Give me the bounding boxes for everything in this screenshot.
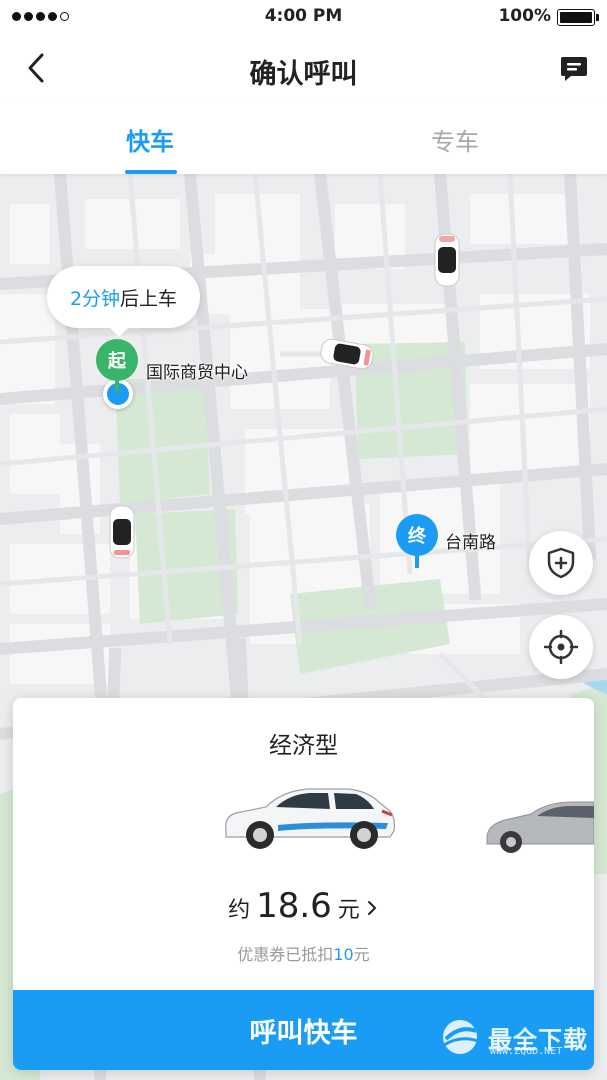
page-title: 确认呼叫	[249, 59, 358, 90]
start-location-label: 国际商贸中心	[146, 363, 248, 383]
tab-premium-car[interactable]: 专车	[431, 122, 479, 157]
locate-button[interactable]	[529, 615, 593, 679]
shield-plus-icon	[547, 547, 575, 579]
pin-stem-icon	[415, 554, 419, 568]
discount-prefix: 优惠券已抵扣	[237, 945, 334, 964]
watermark-logo: 最全下载 WWW.ZQGD.NET	[438, 1012, 598, 1062]
start-badge: 起	[96, 339, 138, 381]
car-top-icon	[434, 233, 460, 287]
battery-percent: 100%	[498, 6, 551, 26]
nav-bar: 确认呼叫	[0, 34, 607, 104]
price-prefix: 约	[228, 898, 251, 923]
safety-button[interactable]	[529, 531, 593, 595]
end-pin[interactable]: 终	[396, 514, 438, 568]
end-location-label: 台南路	[445, 533, 496, 553]
status-bar: 4:00 PM 100%	[0, 0, 607, 34]
economy-car-image[interactable]	[218, 781, 398, 853]
coupon-discount-text: 优惠券已抵扣10元	[13, 941, 594, 965]
end-badge: 终	[396, 514, 438, 556]
comfort-car-image[interactable]	[481, 796, 594, 854]
battery-icon	[557, 9, 599, 26]
discount-unit: 元	[353, 945, 370, 964]
watermark-url: WWW.ZQGD.NET	[490, 1046, 563, 1057]
crosshair-icon	[544, 630, 578, 664]
car-top-icon	[109, 505, 135, 559]
watermark-icon	[443, 1020, 479, 1054]
ride-type-tabs: 快车 专车	[0, 104, 607, 174]
tab-indicator	[125, 170, 177, 174]
price-row[interactable]: 约 18.6 元	[13, 886, 594, 926]
message-button[interactable]	[559, 54, 589, 84]
pin-stem-icon	[115, 379, 119, 393]
discount-amount: 10	[333, 945, 354, 964]
message-icon	[561, 57, 587, 81]
price-unit: 元	[337, 898, 360, 923]
price-value: 18.6	[256, 886, 332, 926]
tab-fast-car[interactable]: 快车	[126, 122, 174, 157]
car-type-label: 经济型	[269, 733, 338, 759]
chevron-right-icon	[367, 901, 376, 915]
pickup-eta-suffix: 后上车	[120, 287, 178, 310]
pickup-eta-bubble: 2分钟 后上车	[47, 266, 200, 337]
start-pin[interactable]: 起	[96, 339, 138, 393]
pickup-eta-minutes: 2分钟	[69, 287, 121, 310]
